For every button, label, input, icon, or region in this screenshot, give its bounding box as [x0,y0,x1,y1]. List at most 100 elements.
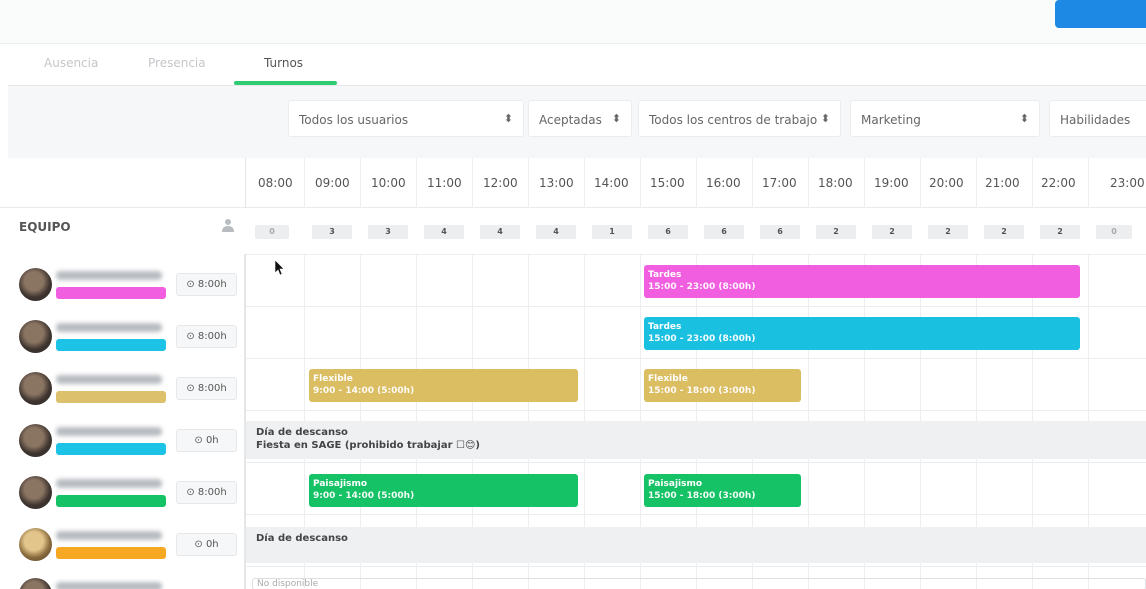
employee-name-blurred [56,531,162,540]
employee-hours-badge: ⊙ 8:00h [176,325,237,348]
shift-time: 9:00 - 14:00 (5:00h) [313,491,415,501]
hour-label: 16:00 [706,176,741,190]
top-action-button[interactable] [1055,0,1146,28]
employee-hours: 8:00h [197,487,227,498]
clock-icon: ⊙ [186,279,195,290]
clock-icon: ⊙ [194,539,203,550]
clock-icon: ⊙ [186,383,195,394]
status-filter-select[interactable]: Aceptadas ⬍ [528,100,632,137]
tab-ausencia[interactable]: Ausencia [44,56,98,70]
employee-row[interactable] [0,570,245,589]
shift-title: Tardes [648,270,682,280]
employee-hours-badge: ⊙ 8:00h [176,273,237,296]
filters-bar: Todos los usuarios ⬍ Aceptadas ⬍ Todos l… [8,86,1146,158]
shift-title: Flexible [648,374,688,384]
hour-label: 09:00 [315,176,350,190]
hour-label: 10:00 [371,176,406,190]
employee-row[interactable]: ⊙ 8:00h [0,362,245,414]
sort-arrows-icon: ⬍ [611,112,621,125]
employee-hours-badge: ⊙ 0h [176,533,237,556]
hour-staff-count: 3 [312,225,352,239]
employee-role-tag [56,391,166,403]
employee-hours-badge: ⊙ 0h [176,429,237,452]
active-tab-indicator [234,81,337,85]
employee-hours: 0h [205,435,219,446]
employee-name-blurred [56,271,162,280]
avatar [19,476,52,509]
rest-day-block[interactable]: Día de descanso Fiesta en SAGE (prohibid… [246,421,1146,459]
hour-staff-count: 6 [760,225,800,239]
shift-block[interactable]: Flexible 15:00 - 18:00 (3:00h) [644,369,801,402]
department-filter-select[interactable]: Marketing ⬍ [850,100,1040,137]
shift-block[interactable]: Paisajismo 9:00 - 14:00 (5:00h) [309,474,578,507]
shift-time: 15:00 - 23:00 (8:00h) [648,282,756,292]
avatar [19,424,52,457]
employee-name-blurred [56,582,162,589]
hour-label: 12:00 [483,176,518,190]
rest-day-label: Día de descanso [256,533,348,544]
clock-icon: ⊙ [186,487,195,498]
tab-turnos[interactable]: Turnos [264,56,303,70]
hour-staff-count: 4 [480,225,520,239]
department-filter-value: Marketing [861,113,921,127]
row-separator [246,254,1146,255]
hour-label: 15:00 [650,176,685,190]
shift-title: Paisajismo [313,479,368,489]
team-label: EQUIPO [19,220,71,234]
skills-filter-select[interactable]: Habilidades [1049,100,1146,137]
employee-row[interactable]: ⊙ 8:00h [0,466,245,518]
rest-day-block[interactable]: Día de descanso [246,527,1146,563]
shift-time: 15:00 - 18:00 (3:00h) [648,491,756,501]
shift-time: 15:00 - 18:00 (3:00h) [648,386,756,396]
users-filter-value: Todos los usuarios [299,113,409,127]
tab-presencia[interactable]: Presencia [148,56,206,70]
hour-staff-count: 3 [368,225,408,239]
row-separator [246,462,1146,463]
employee-hours-badge: ⊙ 8:00h [176,481,237,504]
employee-hours: 8:00h [197,279,227,290]
unavailable-block[interactable]: No disponible [252,578,1146,589]
employee-hours: 0h [205,539,219,550]
row-separator [246,358,1146,359]
hour-staff-count: 4 [424,225,464,239]
sort-arrows-icon: ⬍ [1019,112,1029,125]
skills-filter-value: Habilidades [1060,113,1131,127]
shift-time: 15:00 - 23:00 (8:00h) [648,334,756,344]
shift-block[interactable]: Tardes 15:00 - 23:00 (8:00h) [644,265,1080,298]
hour-label: 22:00 [1041,176,1076,190]
employee-name-blurred [56,479,162,488]
sort-arrows-icon: ⬍ [503,112,513,125]
employee-role-tag [56,287,166,299]
users-filter-select[interactable]: Todos los usuarios ⬍ [288,100,524,137]
hour-label: 18:00 [818,176,853,190]
row-separator [246,566,1146,567]
sort-arrows-icon: ⬍ [820,112,830,125]
shift-block[interactable]: Tardes 15:00 - 23:00 (8:00h) [644,317,1080,350]
clock-icon: ⊙ [194,435,203,446]
hour-staff-count: 2 [816,225,856,239]
hour-staff-count: 4 [536,225,576,239]
employee-role-tag [56,443,166,455]
avatar [19,528,52,561]
employee-hours: 8:00h [197,383,227,394]
hour-label: 11:00 [427,176,462,190]
employee-row[interactable]: ⊙ 0h [0,414,245,466]
employee-name-blurred [56,375,162,384]
employee-row[interactable]: ⊙ 8:00h [0,310,245,362]
avatar [19,320,52,353]
hour-staff-count: 0 [1096,225,1132,239]
employee-role-tag [56,339,166,351]
view-tabs: Ausencia Presencia Turnos [8,44,1146,86]
shift-title: Tardes [648,322,682,332]
hours-header: 08:00 09:00 10:00 11:00 12:00 13:00 14:0… [0,158,1146,208]
employee-list: ⊙ 8:00h ⊙ 8:00h ⊙ 8:00h ⊙ 0h ⊙ 8:00h ⊙ 0… [0,254,245,589]
shift-block[interactable]: Paisajismo 15:00 - 18:00 (3:00h) [644,474,801,507]
shift-block[interactable]: Flexible 9:00 - 14:00 (5:00h) [309,369,578,402]
team-summary-row: EQUIPO 0 3 3 4 4 4 1 6 6 6 2 2 2 2 2 0 [0,208,1146,254]
employee-hours: 8:00h [197,331,227,342]
mouse-cursor-icon [275,260,285,276]
employee-row[interactable]: ⊙ 8:00h [0,258,245,310]
person-icon [222,219,234,232]
employee-row[interactable]: ⊙ 0h [0,518,245,570]
centers-filter-select[interactable]: Todos los centros de trabajo ⬍ [638,100,841,137]
